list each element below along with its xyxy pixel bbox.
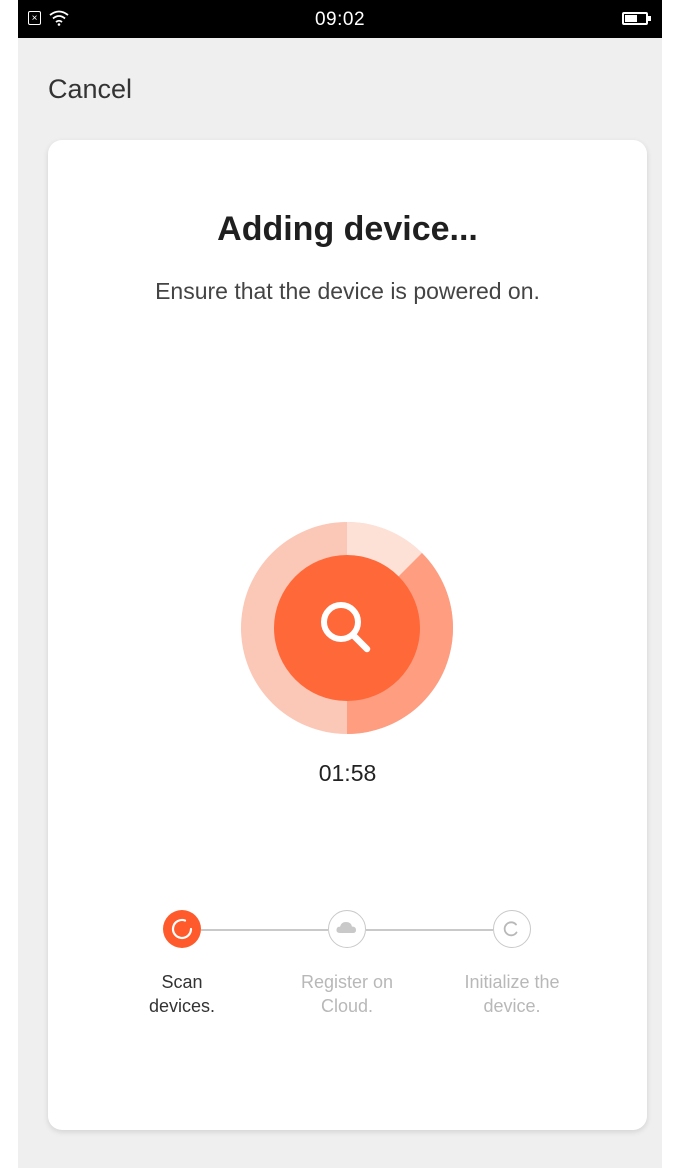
step-scan-label: Scan devices. xyxy=(148,972,216,1016)
step-connector xyxy=(366,929,493,931)
scanning-indicator xyxy=(241,522,453,734)
countdown-timer: 01:58 xyxy=(318,760,377,786)
step-connector xyxy=(201,929,328,931)
step-register-indicator xyxy=(328,910,366,948)
adding-device-card: Adding device... Ensure that the device … xyxy=(48,140,647,1130)
status-time: 09:02 xyxy=(314,9,366,30)
battery-icon xyxy=(622,12,651,25)
cloud-icon xyxy=(336,922,356,933)
step-scan-indicator xyxy=(163,910,201,948)
progress-steps: Scan devices. Register on Cloud. Initializ… xyxy=(48,910,647,1030)
cancel-button[interactable]: Cancel xyxy=(48,74,132,105)
page-title: Adding device... xyxy=(217,210,478,248)
step-register-label: Register on Cloud. xyxy=(300,972,394,1016)
instruction-text: Ensure that the device is powered on. xyxy=(155,278,540,304)
spinner-icon xyxy=(171,918,193,940)
status-bar: × 09:02 xyxy=(18,0,662,38)
refresh-icon xyxy=(503,921,518,937)
app-screen: × 09:02 Cancel Adding device... Ensure t… xyxy=(18,0,662,1168)
step-initialize-label: Initialize the device. xyxy=(464,972,560,1016)
step-initialize-indicator xyxy=(493,910,531,948)
